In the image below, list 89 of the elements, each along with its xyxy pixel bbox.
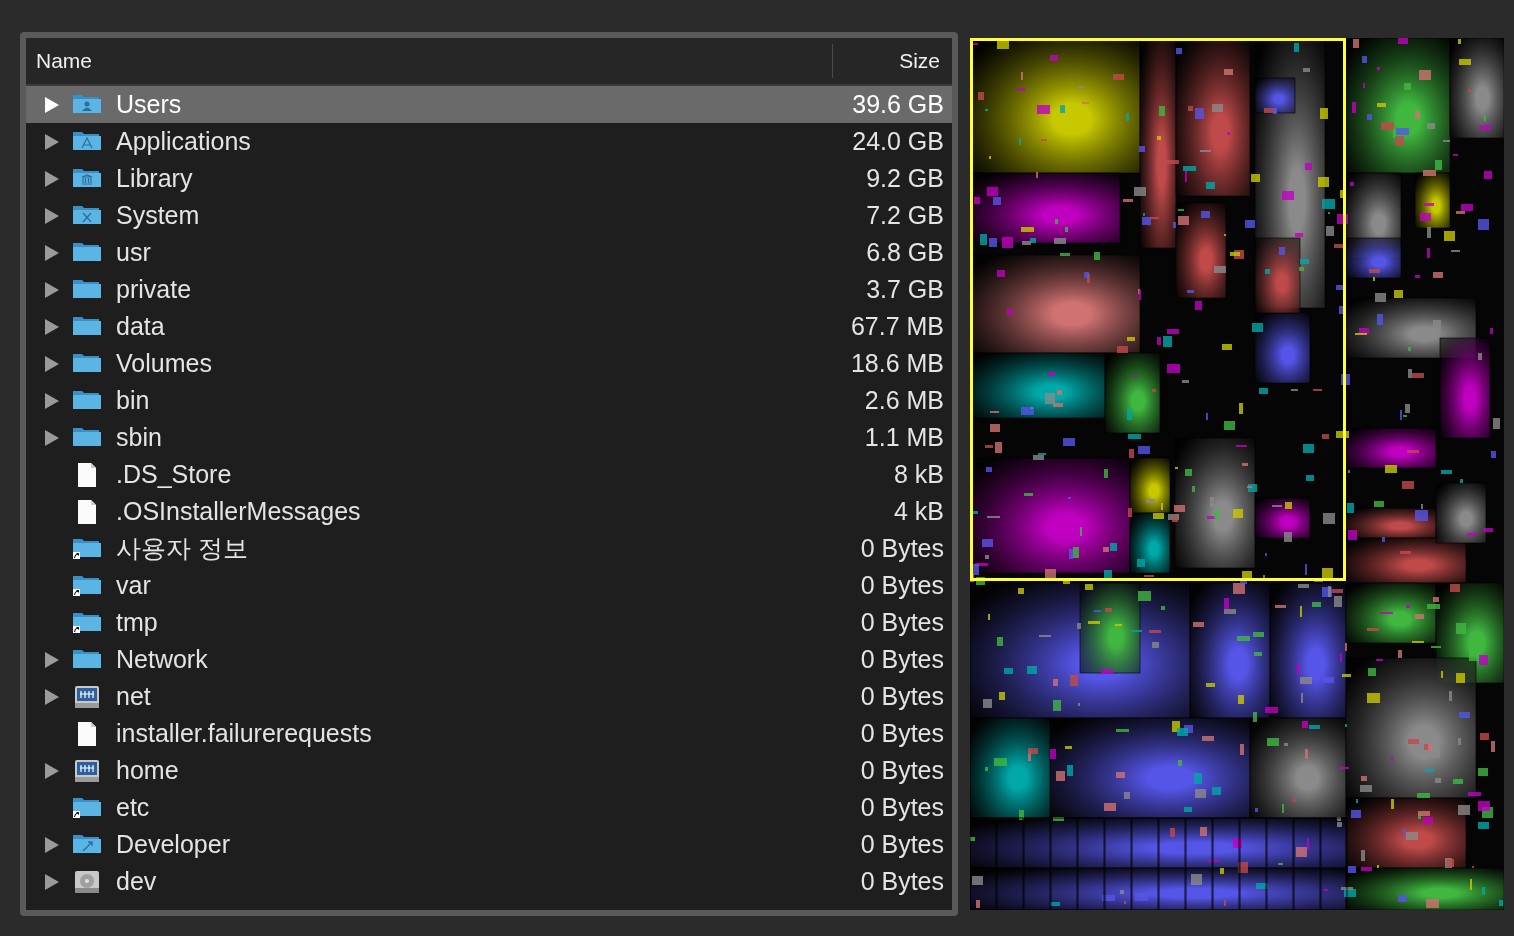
file-size: 9.2 GB [866,162,945,194]
file-row[interactable]: tmp 0 Bytes [26,604,952,641]
file-size: 8 kB [893,458,945,490]
file-size: 2.6 MB [864,384,945,416]
file-name: .DS_Store [116,458,233,490]
file-name: etc [116,791,151,823]
alias-folder-icon [72,795,102,820]
file-row[interactable]: dev 0 Bytes [26,863,952,900]
file-name: tmp [116,606,159,638]
network-drive-icon [72,758,102,783]
file-name: Users [116,88,183,120]
disclosure-triangle-icon[interactable] [44,354,60,373]
disclosure-triangle-icon[interactable] [44,243,60,262]
file-size: 0 Bytes [860,680,945,712]
file-size: 3.7 GB [866,273,945,305]
file-size: 18.6 MB [850,347,945,379]
file-size: 0 Bytes [860,606,945,638]
file-name: Network [116,643,209,675]
disclosure-triangle-icon[interactable] [44,687,60,706]
disclosure-triangle-icon[interactable] [44,132,60,151]
file-name: private [116,273,193,305]
alias-folder-icon [72,536,102,561]
file-row[interactable]: Volumes 18.6 MB [26,345,952,382]
file-name: 사용자 정보 [116,532,249,564]
file-row[interactable]: Library 9.2 GB [26,160,952,197]
file-name: usr [116,236,152,268]
disclosure-triangle-icon[interactable] [44,206,60,225]
disclosure-triangle-icon[interactable] [44,428,60,447]
file-row[interactable]: Applications 24.0 GB [26,123,952,160]
file-name: Library [116,162,194,194]
disclosure-triangle-icon[interactable] [44,95,60,114]
file-row[interactable]: .DS_Store 8 kB [26,456,952,493]
file-row[interactable]: 사용자 정보 0 Bytes [26,530,952,567]
file-name: home [116,754,180,786]
file-row[interactable]: usr 6.8 GB [26,234,952,271]
file-size: 0 Bytes [860,791,945,823]
file-name: var [116,569,152,601]
file-row[interactable]: private 3.7 GB [26,271,952,308]
file-row[interactable]: Network 0 Bytes [26,641,952,678]
file-name: Volumes [116,347,213,379]
disclosure-triangle-icon[interactable] [44,169,60,188]
disclosure-triangle-icon[interactable] [44,280,60,299]
alias-folder-icon [72,573,102,598]
file-size: 0 Bytes [860,532,945,564]
disclosure-triangle-icon[interactable] [44,317,60,336]
file-size: 1.1 MB [864,421,945,453]
disclosure-triangle-icon[interactable] [44,391,60,410]
file-size: 39.6 GB [852,88,945,120]
file-size: 0 Bytes [860,754,945,786]
file-name: data [116,310,166,342]
file-size: 24.0 GB [852,125,945,157]
file-name: Developer [116,828,231,860]
file-size: 0 Bytes [860,643,945,675]
file-size: 0 Bytes [860,828,945,860]
file-size: 6.8 GB [866,236,945,268]
disclosure-triangle-icon[interactable] [44,835,60,854]
file-name: bin [116,384,151,416]
file-size: 0 Bytes [860,865,945,897]
alias-folder-icon [72,610,102,635]
file-row[interactable]: Developer 0 Bytes [26,826,952,863]
network-drive-icon [72,684,102,709]
file-row[interactable]: data 67.7 MB [26,308,952,345]
file-name: Applications [116,125,252,157]
file-name: net [116,680,152,712]
file-name: .OSInstallerMessages [116,495,362,527]
file-row[interactable]: System 7.2 GB [26,197,952,234]
file-row[interactable]: bin 2.6 MB [26,382,952,419]
column-header[interactable]: Size [832,44,952,78]
disclosure-triangle-icon[interactable] [44,650,60,669]
file-name: dev [116,865,158,897]
file-row[interactable]: etc 0 Bytes [26,789,952,826]
file-size: 67.7 MB [850,310,945,342]
file-row[interactable]: .OSInstallerMessages 4 kB [26,493,952,530]
file-name: sbin [116,421,163,453]
file-row[interactable]: sbin 1.1 MB [26,419,952,456]
column-header[interactable]: Name [26,45,832,77]
disclosure-triangle-icon[interactable] [44,761,60,780]
file-size: 7.2 GB [866,199,945,231]
file-name: System [116,199,201,231]
file-row[interactable]: var 0 Bytes [26,567,952,604]
file-row[interactable]: home 0 Bytes [26,752,952,789]
file-size: 0 Bytes [860,717,945,749]
file-row[interactable]: net 0 Bytes [26,678,952,715]
file-name: installer.failurerequests [116,717,373,749]
disclosure-triangle-icon[interactable] [44,872,60,891]
file-size: 4 kB [893,495,945,527]
file-size: 0 Bytes [860,569,945,601]
file-row[interactable]: installer.failurerequests 0 Bytes [26,715,952,752]
file-row[interactable]: Users 39.6 GB [26,86,952,123]
